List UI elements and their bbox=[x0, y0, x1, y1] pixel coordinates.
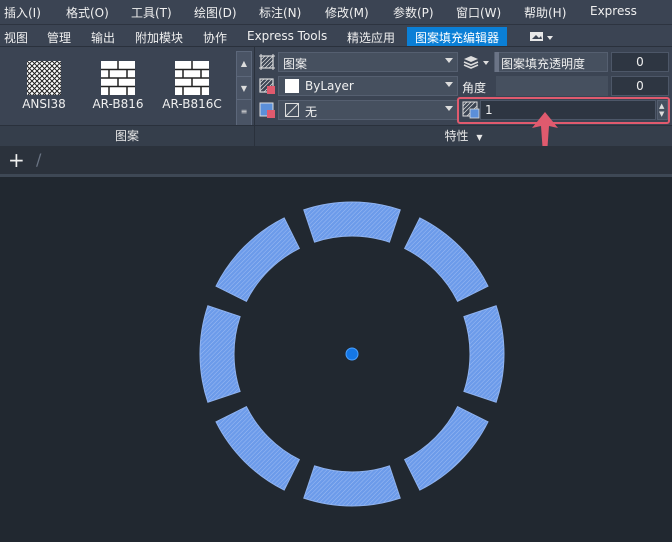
hatch-type-value: 图案 bbox=[283, 57, 308, 71]
ring-segment[interactable] bbox=[303, 465, 401, 507]
hatch-color-value: ByLayer bbox=[305, 79, 354, 93]
menu-modify[interactable]: 修改(M) bbox=[325, 4, 369, 21]
tab-view[interactable]: 视图 bbox=[4, 29, 28, 46]
color-swatch bbox=[285, 79, 299, 93]
properties-panel-title: 特性 bbox=[444, 129, 469, 143]
transparency-label: 图案填充透明度 bbox=[501, 57, 586, 71]
menu-help[interactable]: 帮助(H) bbox=[524, 4, 566, 21]
tab-hatch-editor[interactable]: 图案填充编辑器 bbox=[407, 27, 508, 47]
scroll-up-icon[interactable]: ▲ bbox=[237, 52, 251, 76]
gallery-expand-icon[interactable]: ≡ bbox=[237, 100, 251, 124]
new-tab-plus-icon[interactable]: + bbox=[8, 148, 25, 172]
tab-manage[interactable]: 管理 bbox=[47, 29, 71, 46]
menu-bar: 插入(I) 格式(O) 工具(T) 绘图(D) 标注(N) 修改(M) 参数(P… bbox=[0, 0, 672, 24]
menu-draw[interactable]: 绘图(D) bbox=[194, 4, 237, 21]
tab-express-tools[interactable]: Express Tools bbox=[247, 29, 327, 43]
scroll-down-icon[interactable]: ▼ bbox=[237, 76, 251, 100]
menu-window[interactable]: 窗口(W) bbox=[456, 4, 501, 21]
menu-express[interactable]: Express bbox=[590, 4, 637, 18]
pattern-label-ansi38: ANSI38 bbox=[22, 97, 66, 111]
layers-icon[interactable] bbox=[462, 53, 490, 74]
chevron-down-icon: ▼ bbox=[476, 133, 483, 142]
menu-parametric[interactable]: 参数(P) bbox=[393, 4, 434, 21]
no-color-icon bbox=[284, 102, 300, 118]
menu-tools[interactable]: 工具(T) bbox=[131, 4, 172, 21]
tab-collaborate[interactable]: 协作 bbox=[203, 29, 227, 46]
ring-segment[interactable] bbox=[403, 217, 489, 303]
chevron-down-icon bbox=[445, 82, 453, 87]
background-color-value: 无 bbox=[305, 105, 318, 119]
menu-insert[interactable]: 插入(I) bbox=[4, 4, 41, 21]
pattern-gallery-panel: ANSI38 AR-B816 AR-B816C ▲ ▼ ≡ 图案 bbox=[0, 47, 254, 147]
ring-segment[interactable] bbox=[215, 217, 301, 303]
tab-output[interactable]: 输出 bbox=[91, 29, 115, 46]
menu-format[interactable]: 格式(O) bbox=[66, 4, 109, 21]
hatch-type-dropdown[interactable]: 图案 bbox=[278, 52, 458, 72]
transparency-label-box: 图案填充透明度 bbox=[494, 52, 608, 72]
angle-label: 角度 bbox=[462, 81, 487, 95]
menu-dimension[interactable]: 标注(N) bbox=[259, 4, 301, 21]
chevron-down-icon bbox=[445, 58, 453, 63]
transparency-value-field[interactable]: 0 bbox=[611, 52, 669, 72]
drawing-canvas[interactable] bbox=[0, 177, 672, 539]
pattern-swatch-ar-b816[interactable] bbox=[101, 61, 135, 95]
ring-segment[interactable] bbox=[215, 405, 301, 491]
highlight-box bbox=[457, 97, 670, 124]
pattern-gallery-scroller[interactable]: ▲ ▼ ≡ bbox=[236, 51, 252, 127]
pattern-label-ar-b816: AR-B816 bbox=[92, 97, 144, 111]
pattern-label-ar-b816c: AR-B816C bbox=[162, 97, 222, 111]
tab-addins[interactable]: 附加模块 bbox=[135, 29, 183, 46]
hatch-type-icon bbox=[258, 53, 276, 71]
center-point[interactable] bbox=[345, 347, 359, 361]
workspace-switch-icon[interactable] bbox=[530, 31, 556, 46]
ring-segment[interactable] bbox=[403, 405, 489, 491]
angle-value-field[interactable]: 0 bbox=[611, 76, 669, 96]
hatch-color-icon bbox=[258, 77, 276, 95]
file-tab-bar: + / bbox=[0, 146, 672, 177]
chevron-down-icon bbox=[445, 106, 453, 111]
drawing-svg bbox=[199, 201, 505, 507]
tab-featured-apps[interactable]: 精选应用 bbox=[347, 29, 395, 46]
background-color-icon bbox=[258, 101, 276, 119]
hatch-color-dropdown[interactable]: ByLayer bbox=[278, 76, 458, 96]
transparency-type-marker bbox=[495, 52, 499, 72]
tab-separator: / bbox=[36, 150, 42, 169]
angle-slider[interactable] bbox=[496, 76, 608, 96]
pattern-swatch-ar-b816c[interactable] bbox=[175, 61, 209, 95]
pattern-panel-title: 图案 bbox=[0, 125, 254, 147]
ring-segment[interactable] bbox=[463, 305, 505, 403]
ribbon-tab-bar: 视图 管理 输出 附加模块 协作 Express Tools 精选应用 图案填充… bbox=[0, 24, 672, 47]
ring-segment[interactable] bbox=[199, 305, 241, 403]
pattern-swatch-ansi38[interactable] bbox=[27, 61, 61, 95]
background-color-dropdown[interactable]: 无 bbox=[278, 100, 458, 120]
properties-panel-footer[interactable]: 特性 ▼ bbox=[255, 125, 672, 147]
ring-segment[interactable] bbox=[303, 201, 401, 243]
